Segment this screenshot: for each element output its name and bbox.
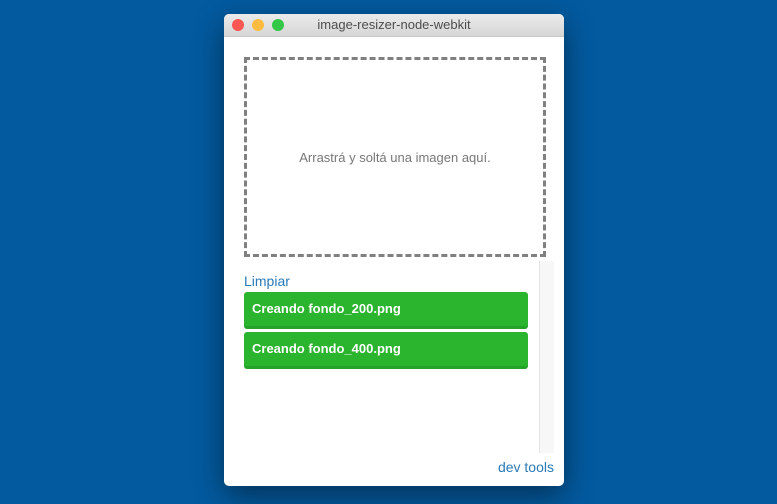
app-window: image-resizer-node-webkit Arrastrá y sol… xyxy=(224,14,564,486)
list-item: Creando fondo_400.png xyxy=(244,332,528,369)
title-bar[interactable]: image-resizer-node-webkit xyxy=(224,14,564,37)
scrollbar[interactable] xyxy=(539,261,554,453)
maximize-button[interactable] xyxy=(272,19,284,31)
list-item: Creando fondo_200.png xyxy=(244,292,528,329)
dropzone-text: Arrastrá y soltá una imagen aquí. xyxy=(299,149,491,165)
close-button[interactable] xyxy=(232,19,244,31)
minimize-button[interactable] xyxy=(252,19,264,31)
image-dropzone[interactable]: Arrastrá y soltá una imagen aquí. xyxy=(244,57,546,257)
dev-tools-link[interactable]: dev tools xyxy=(498,459,554,475)
clear-link[interactable]: Limpiar xyxy=(244,273,290,289)
